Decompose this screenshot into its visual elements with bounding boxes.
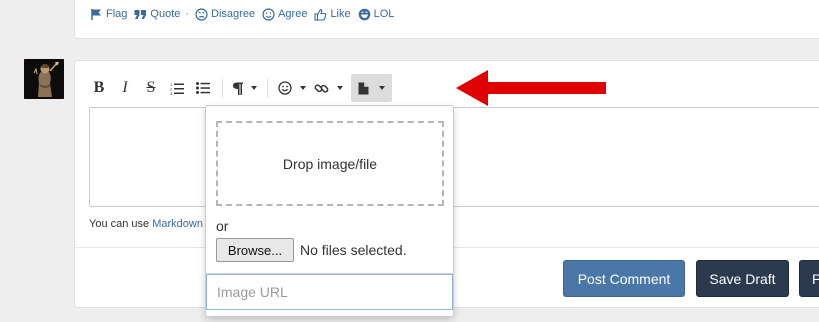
reaction-like-label: Like xyxy=(330,8,351,20)
reaction-quote-label: Quote xyxy=(150,8,181,20)
italic-button[interactable]: I xyxy=(112,74,138,102)
link-dropdown[interactable] xyxy=(310,74,347,102)
paragraph-dropdown[interactable] xyxy=(229,74,261,102)
page: Flag Quote · Disagree Agree Like LOL B I… xyxy=(0,0,819,322)
helper-text: You can use xyxy=(89,218,153,230)
chevron-down-icon xyxy=(379,86,385,90)
markdown-helper: You can use Markdown xyxy=(89,218,203,230)
paragraph-icon xyxy=(233,82,243,95)
reaction-quote[interactable]: Quote xyxy=(134,8,180,20)
files-status: No files selected. xyxy=(300,242,407,258)
file-icon xyxy=(358,82,369,94)
disagree-icon xyxy=(195,7,208,21)
toolbar-divider xyxy=(267,79,268,97)
chevron-down-icon xyxy=(251,86,257,90)
save-draft-button[interactable]: Save Draft xyxy=(696,260,789,297)
reaction-disagree-label: Disagree xyxy=(211,8,256,20)
avatar[interactable] xyxy=(24,59,64,99)
post-comment-button[interactable]: Post Comment xyxy=(563,260,685,297)
reaction-bar: Flag Quote · Disagree Agree Like LOL xyxy=(90,6,401,22)
toolbar-divider xyxy=(222,79,223,97)
smiley-icon xyxy=(278,81,292,95)
reaction-lol[interactable]: LOL xyxy=(358,8,395,21)
like-icon xyxy=(314,8,327,21)
browse-button[interactable]: Browse... xyxy=(216,238,294,262)
reaction-like[interactable]: Like xyxy=(314,8,351,21)
dropzone-label: Drop image/file xyxy=(282,155,378,172)
lol-icon xyxy=(358,8,370,20)
reaction-disagree[interactable]: Disagree xyxy=(195,7,256,21)
unordered-list-icon xyxy=(196,82,210,94)
reaction-agree-label: Agree xyxy=(278,8,308,20)
image-url-input[interactable] xyxy=(206,274,453,310)
chevron-down-icon xyxy=(337,86,343,90)
annotation-arrow-icon xyxy=(456,70,606,106)
unordered-list-button[interactable] xyxy=(190,74,216,102)
agree-icon xyxy=(262,7,275,21)
ordered-list-button[interactable]: 1 2 3 xyxy=(164,74,190,102)
avatar-image xyxy=(24,59,64,99)
or-label: or xyxy=(216,218,229,234)
strikethrough-button[interactable]: S xyxy=(138,74,164,102)
file-upload-menu: Drop image/file or Browse... No files se… xyxy=(205,105,454,317)
ordered-list-icon: 1 2 3 xyxy=(170,82,184,95)
comment-textarea[interactable] xyxy=(89,107,819,207)
reaction-flag[interactable]: Flag xyxy=(90,8,127,21)
preview-button[interactable]: P xyxy=(799,260,819,297)
quote-icon xyxy=(134,9,147,19)
emoji-dropdown[interactable] xyxy=(274,74,310,102)
link-icon xyxy=(314,83,329,93)
file-upload-dropdown[interactable] xyxy=(351,74,392,102)
editor-toolbar: B I S 1 2 3 xyxy=(86,74,392,102)
chevron-down-icon xyxy=(300,86,306,90)
svg-text:3: 3 xyxy=(170,91,173,95)
reaction-separator: · xyxy=(185,8,190,20)
flag-icon xyxy=(91,8,101,20)
reaction-flag-label: Flag xyxy=(106,8,128,20)
markdown-link[interactable]: Markdown xyxy=(152,218,203,230)
bold-button[interactable]: B xyxy=(86,74,112,102)
reaction-lol-label: LOL xyxy=(373,8,395,20)
reaction-agree[interactable]: Agree xyxy=(262,7,308,21)
file-dropzone[interactable]: Drop image/file xyxy=(216,121,444,206)
